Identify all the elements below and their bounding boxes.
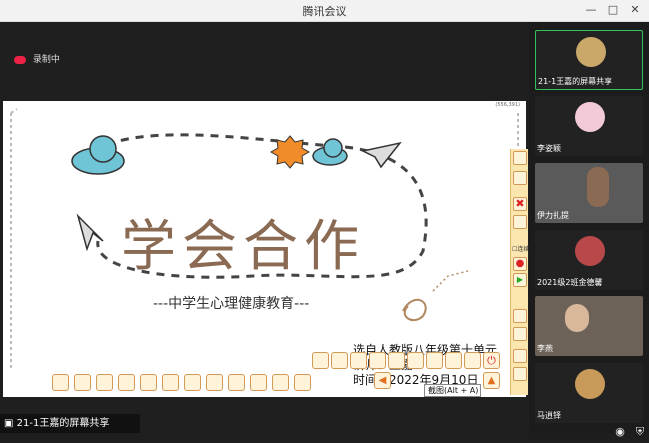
tool-button[interactable] (513, 215, 527, 229)
arrow-up-icon[interactable]: ▲ (483, 372, 500, 389)
participant-tile[interactable]: 21-1王嘉的屏幕共享 (535, 30, 643, 90)
recording-icon (14, 55, 26, 64)
tool-button[interactable] (184, 374, 201, 391)
tool-button[interactable] (513, 349, 527, 363)
tool-button[interactable] (445, 352, 462, 369)
sun-icon (269, 135, 311, 169)
arrow-left-icon[interactable]: ◀ (374, 372, 391, 389)
tool-button[interactable] (140, 374, 157, 391)
tool-button[interactable] (228, 374, 245, 391)
tool-button[interactable] (162, 374, 179, 391)
title-bar: 腾讯会议 — □ ✕ (0, 0, 649, 22)
avatar (575, 369, 605, 399)
participant-tile[interactable]: 马逍铎 (535, 363, 643, 423)
annotation-toolbar: ✖ ☐连续 ● ▶ (510, 149, 529, 395)
record-icon[interactable]: ● (513, 257, 527, 271)
minimize-icon[interactable]: — (582, 1, 600, 19)
participant-list: 21-1王嘉的屏幕共享 李姿颖 伊力扎提 2021级2班金德馨 李燕 马逍铎 ◉… (529, 22, 649, 438)
maximize-icon[interactable]: □ (604, 1, 622, 19)
window-title: 腾讯会议 (302, 5, 347, 18)
tool-button[interactable] (513, 309, 527, 323)
screen-share-icon: ▣ (4, 418, 14, 429)
participant-tile[interactable]: 李燕 (535, 296, 643, 356)
tool-button[interactable] (388, 352, 405, 369)
tool-button[interactable] (513, 151, 527, 165)
tool-button[interactable] (513, 327, 527, 341)
recording-indicator: 录制中 (14, 52, 60, 65)
avatar (575, 102, 605, 132)
screenshot-tooltip: 截图(Alt + A) (424, 384, 481, 397)
tool-button[interactable] (407, 352, 424, 369)
tool-button[interactable] (426, 352, 443, 369)
slide-title: 学会合作 (121, 214, 366, 278)
participant-tile[interactable]: 2021级2班金德馨 (535, 230, 643, 290)
play-icon[interactable]: ▶ (513, 273, 527, 287)
security-shield-icon[interactable]: ⛨ (631, 425, 649, 443)
checkbox-label: 连续 (517, 246, 530, 253)
tool-button[interactable] (206, 374, 223, 391)
power-icon[interactable]: ⏻ (483, 352, 500, 369)
tool-button[interactable] (513, 367, 527, 381)
tool-button[interactable] (464, 352, 481, 369)
camera-icon[interactable]: ◉ (611, 425, 629, 443)
tool-button[interactable] (294, 374, 311, 391)
share-status-bar: ▣ 21-1王嘉的屏幕共享 (0, 414, 140, 433)
video-feed (587, 167, 609, 207)
tool-button[interactable] (513, 171, 527, 185)
avatar (575, 236, 605, 266)
cloud-icon (312, 138, 348, 166)
slide-subtitle: ---中学生心理健康教育--- (153, 296, 310, 312)
participant-name: 马逍铎 (537, 411, 561, 420)
tool-button[interactable] (74, 374, 91, 391)
share-status-label: 21-1王嘉的屏幕共享 (16, 418, 110, 429)
close-toolbar-icon[interactable]: ✖ (513, 197, 527, 211)
continuous-checkbox[interactable]: ☐连续 (512, 244, 529, 253)
video-feed (565, 304, 589, 332)
tool-button[interactable] (118, 374, 135, 391)
recording-label: 录制中 (32, 55, 60, 65)
participant-name: 2021级2班金德馨 (537, 278, 603, 287)
swirl-decoration (402, 298, 427, 322)
participant-name: 21-1王嘉的屏幕共享 (538, 77, 613, 86)
tool-button[interactable] (369, 352, 386, 369)
participant-name: 李燕 (537, 344, 553, 353)
tool-button[interactable] (96, 374, 113, 391)
participant-tile[interactable]: 李姿颖 (535, 96, 643, 156)
participant-tile[interactable]: 伊力扎提 (535, 163, 643, 223)
participant-name: 伊力扎提 (537, 211, 569, 220)
tool-button[interactable] (350, 352, 367, 369)
tool-button[interactable] (272, 374, 289, 391)
avatar (576, 37, 606, 67)
cloud-icon (71, 135, 125, 175)
tool-button[interactable] (250, 374, 267, 391)
shared-screen-area: 录制中 (556,391) 学会合作 ---中学生心理健康教育--- 选自人教版… (0, 22, 529, 433)
tool-button[interactable] (331, 352, 348, 369)
tool-button[interactable] (52, 374, 69, 391)
tool-button[interactable] (312, 352, 329, 369)
participant-name: 李姿颖 (537, 144, 561, 153)
close-icon[interactable]: ✕ (626, 1, 644, 19)
